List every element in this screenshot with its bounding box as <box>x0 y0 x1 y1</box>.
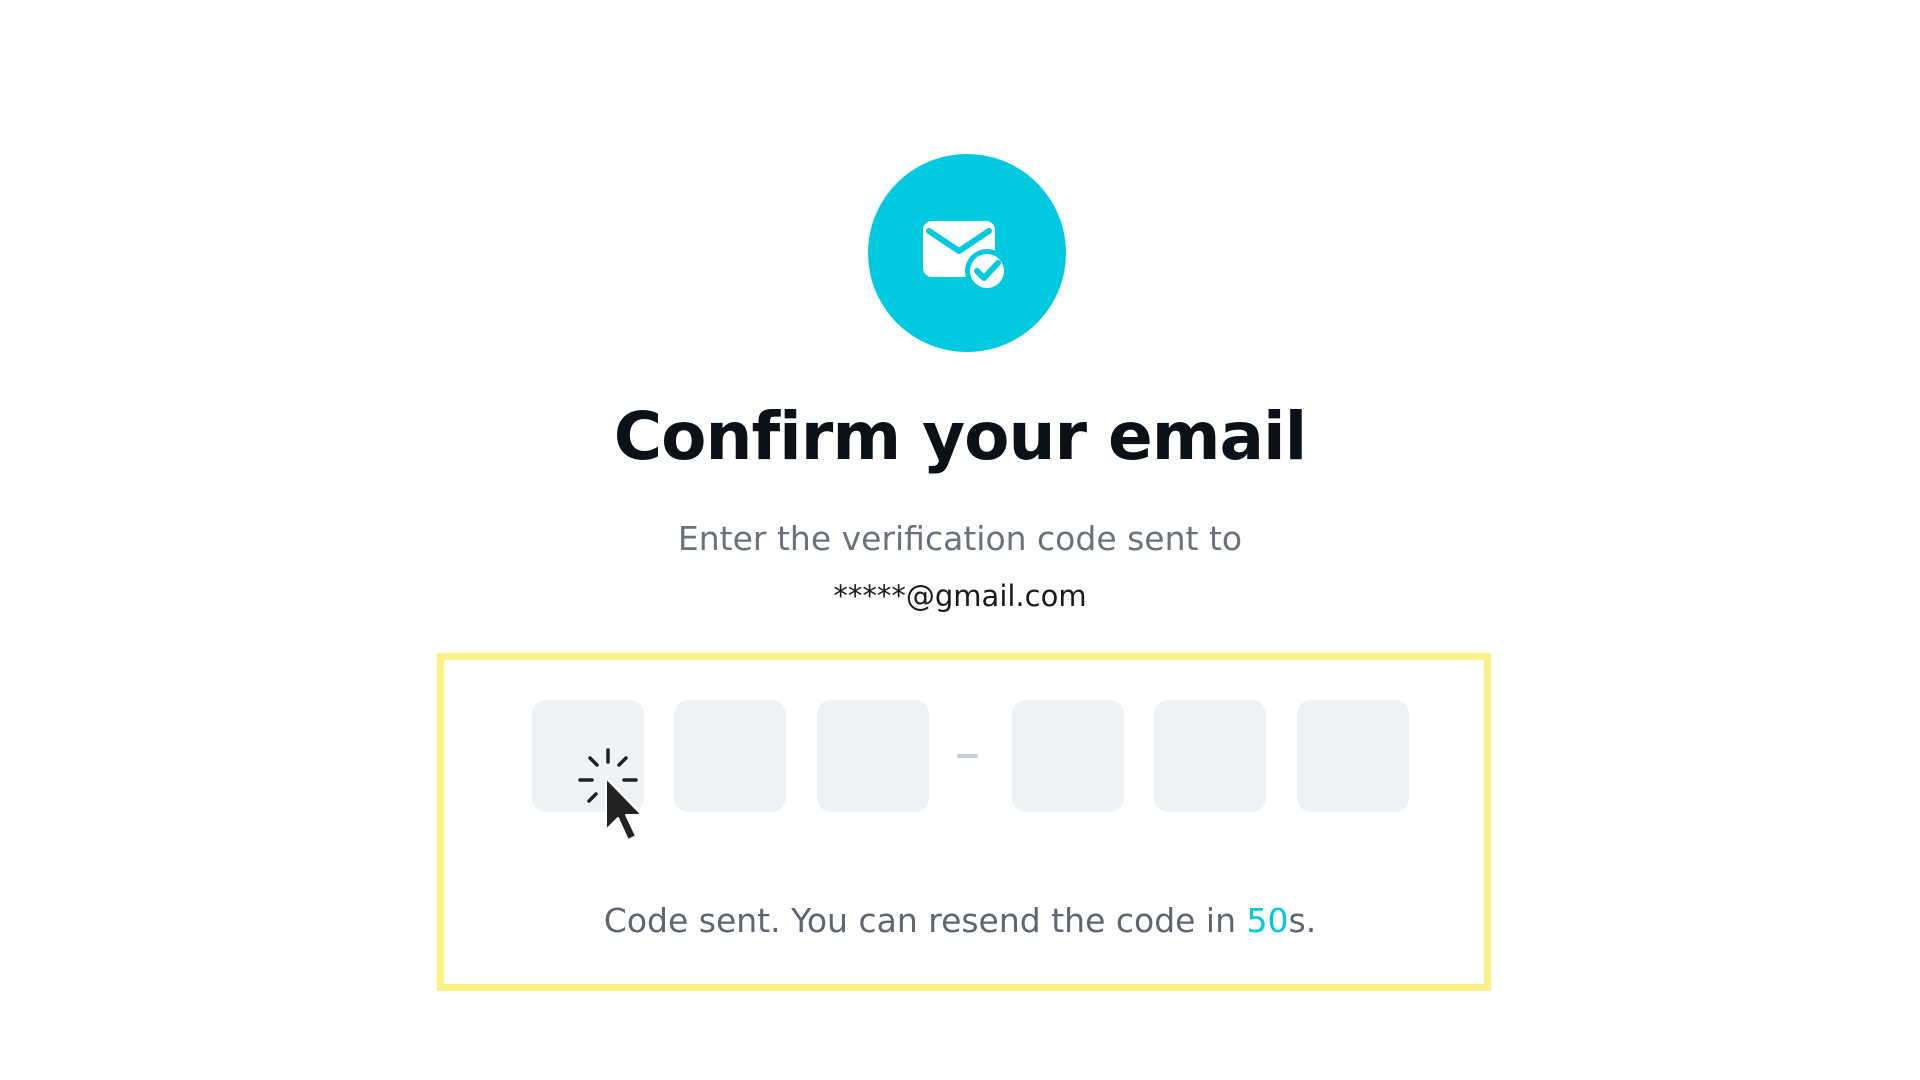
instruction-text: Enter the verification code sent to <box>677 519 1243 558</box>
resend-suffix: s. <box>1288 901 1317 940</box>
confirm-email-page: Confirm your email Enter the verificatio… <box>0 0 1920 1080</box>
resend-status: Code sent. You can resend the code in 50… <box>0 904 1920 937</box>
envelope-check-icon <box>923 221 1009 293</box>
page-title: Confirm your email <box>613 398 1308 475</box>
code-digit-4[interactable] <box>1012 700 1124 812</box>
mail-check-icon <box>868 154 1066 352</box>
resend-countdown: 50 <box>1246 901 1289 940</box>
masked-email: *****@gmail.com <box>833 579 1087 613</box>
code-digit-1[interactable] <box>532 700 644 812</box>
code-digit-6[interactable] <box>1297 700 1409 812</box>
code-digit-5[interactable] <box>1154 700 1266 812</box>
resend-prefix: Code sent. You can resend the code in <box>603 901 1247 940</box>
code-digit-3[interactable] <box>817 700 929 812</box>
code-digit-2[interactable] <box>674 700 786 812</box>
code-separator <box>957 754 978 758</box>
